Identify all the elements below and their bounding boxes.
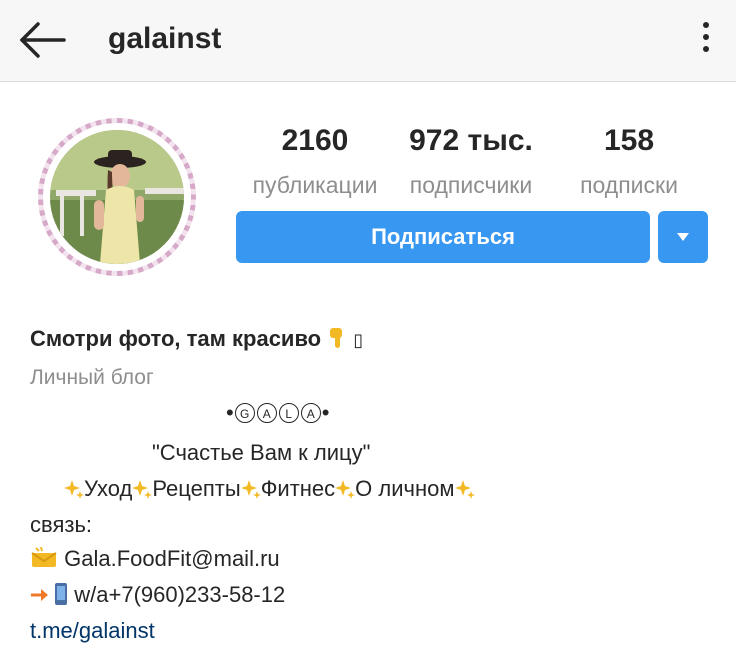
sparkles-icon — [454, 480, 475, 499]
bio-email: Gala.FoodFit@mail.ru — [64, 546, 280, 571]
pointing-down-hand-icon — [330, 328, 343, 348]
sparkles-icon — [132, 480, 153, 499]
stat-following-label: подписки — [580, 172, 678, 198]
arrow-left-icon[interactable] — [18, 20, 68, 60]
sparkles-icon — [335, 480, 356, 499]
stat-posts-label: публикации — [252, 172, 378, 198]
more-vertical-icon[interactable] — [696, 22, 716, 58]
topic-label: О личном — [355, 476, 455, 501]
circled-letter: A — [256, 403, 277, 423]
avatar[interactable] — [38, 118, 196, 276]
mobile-phone-icon — [55, 583, 68, 605]
topic-label: Фитнес — [260, 476, 336, 501]
chevron-down-icon — [677, 233, 689, 241]
bio-gala-line: • G A L A • — [226, 400, 330, 425]
top-bar: galainst — [0, 0, 736, 82]
envelope-icon — [31, 546, 57, 567]
circled-letter: G — [234, 403, 255, 423]
unsupported-emoji-glyph: ▯ — [353, 330, 364, 350]
circled-letter: L — [278, 403, 299, 423]
bio-email-line: Gala.FoodFit@mail.ru — [30, 546, 280, 572]
bio-whatsapp-line: w/a+7(960)233-58-12 — [30, 582, 285, 608]
stat-followers[interactable]: 972 тыс. — [396, 124, 546, 158]
bio-category: Личный блог — [30, 366, 154, 389]
bio-quote: "Счастье Вам к лицу" — [152, 440, 371, 465]
stat-following-label-wrap: подписки — [566, 170, 692, 200]
stat-followers-label-wrap: подписчики — [396, 170, 546, 200]
arrow-right-icon — [31, 589, 48, 601]
bio-whatsapp: w/a+7(960)233-58-12 — [74, 582, 286, 607]
stat-posts-label-wrap: публикации — [240, 170, 390, 200]
sparkles-icon — [64, 480, 84, 499]
bio-topics-line: Уход Рецепты Фитнес О личном — [64, 476, 475, 502]
bio-external-link[interactable]: t.me/galainst — [30, 618, 155, 644]
stat-following-value: 158 — [603, 124, 655, 157]
suggestions-dropdown-button[interactable] — [658, 211, 708, 263]
bio-contact-label: связь: — [30, 512, 93, 537]
stat-followers-value: 972 тыс. — [409, 124, 533, 157]
circled-letter: A — [300, 403, 321, 423]
stat-posts-value: 2160 — [281, 124, 349, 157]
profile-username: galainst — [108, 22, 222, 55]
avatar-photo — [50, 130, 184, 264]
stat-followers-label: подписчики — [409, 172, 533, 198]
follow-button[interactable]: Подписаться — [236, 211, 650, 263]
bio-name: Смотри фото, там красиво ▯ — [30, 326, 363, 352]
topic-label: Уход — [84, 476, 133, 501]
stat-following[interactable]: 158 — [584, 124, 674, 158]
sparkles-icon — [240, 480, 261, 499]
topic-label: Рецепты — [152, 476, 241, 501]
bio-name-text: Смотри фото, там красиво — [30, 326, 322, 351]
stat-posts[interactable]: 2160 — [272, 124, 358, 158]
